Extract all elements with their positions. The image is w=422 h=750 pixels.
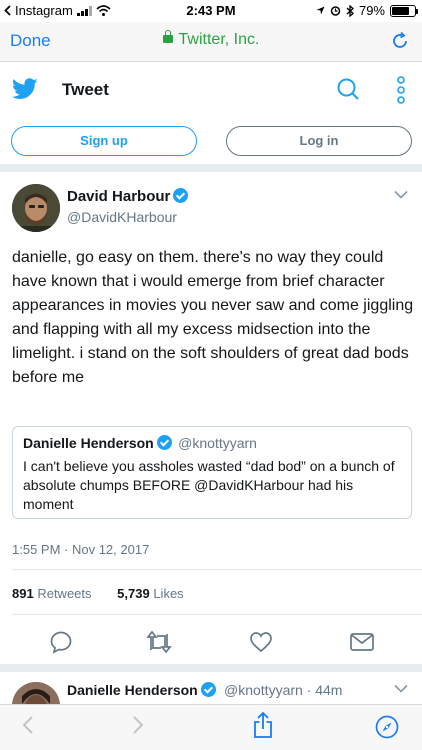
avatar[interactable] — [12, 682, 60, 704]
tweet-timestamp[interactable]: 1:55 PM · Nov 12, 2017 — [12, 542, 149, 557]
page-title: Tweet — [62, 80, 109, 99]
verified-icon — [156, 435, 172, 450]
verified-icon — [173, 188, 189, 203]
likes-label: Likes — [153, 586, 184, 601]
next-author-name-text: Danielle Henderson — [67, 682, 198, 698]
divider — [12, 614, 422, 615]
retweets-label: Retweets — [37, 586, 92, 601]
retweet-icon[interactable] — [146, 630, 172, 654]
avatar-image — [12, 184, 60, 232]
sign-up-button[interactable]: Sign up — [11, 126, 197, 156]
likes-count: 5,739 — [117, 586, 150, 601]
next-tweet[interactable]: Danielle Henderson @knottyyarn · 44m — [0, 672, 422, 704]
battery-percent: 79% — [358, 3, 385, 18]
section-divider — [0, 164, 422, 172]
browser-toolbar — [0, 704, 422, 750]
author-name-text: David Harbour — [67, 188, 171, 205]
alarm-icon — [330, 6, 341, 16]
avatar[interactable] — [12, 184, 60, 232]
chevron-down-icon[interactable] — [394, 684, 408, 693]
reload-icon[interactable] — [390, 31, 410, 51]
quote-author-name: Danielle Henderson — [23, 435, 154, 451]
quote-text: I can't believe you assholes wasted “dad… — [23, 458, 395, 512]
chevron-down-icon[interactable] — [394, 190, 408, 199]
quote-author-handle: @knottyyarn — [178, 435, 257, 451]
status-bar: Instagram 2:43 PM 79% — [0, 0, 422, 22]
battery-level — [392, 6, 410, 15]
browser-nav-bar: Done Twitter, Inc. — [0, 22, 422, 62]
twitter-header: Tweet — [0, 62, 422, 117]
verified-icon — [200, 682, 216, 697]
bluetooth-icon — [346, 4, 354, 17]
twitter-bird-icon[interactable] — [12, 78, 38, 100]
site-title: Twitter, Inc. — [0, 30, 422, 49]
lock-icon — [162, 30, 173, 43]
location-icon — [316, 6, 325, 15]
like-icon[interactable] — [249, 630, 273, 654]
status-right: 79% — [316, 3, 418, 18]
likes-stat[interactable]: 5,739 Likes — [117, 586, 184, 601]
author-name[interactable]: David Harbour — [67, 188, 189, 205]
forward-arrow-icon[interactable] — [132, 715, 144, 735]
site-name: Twitter, Inc. — [178, 31, 260, 48]
quoted-tweet[interactable]: Danielle Henderson @knottyyarn I can't b… — [12, 426, 412, 519]
compass-icon[interactable] — [375, 715, 399, 739]
battery-icon — [390, 4, 418, 17]
retweets-count: 891 — [12, 586, 34, 601]
next-author-name: Danielle Henderson — [67, 682, 216, 698]
next-author-handle-time: @knottyyarn · 44m — [224, 682, 343, 698]
search-icon[interactable] — [336, 77, 360, 101]
retweets-stat[interactable]: 891 Retweets — [12, 586, 92, 601]
divider — [12, 569, 422, 570]
reply-icon[interactable] — [49, 630, 73, 654]
log-in-button[interactable]: Log in — [226, 126, 412, 156]
author-handle[interactable]: @DavidKHarbour — [67, 209, 177, 225]
share-icon[interactable] — [253, 711, 273, 739]
avatar-image — [12, 682, 60, 704]
tweet-text: danielle, go easy on them. there's no wa… — [12, 249, 414, 386]
tweet-actions — [0, 630, 422, 660]
section-divider — [0, 664, 422, 672]
auth-buttons: Sign up Log in — [0, 122, 422, 162]
dm-icon[interactable] — [349, 630, 375, 654]
tweet-stats: 891 Retweets 5,739 Likes — [12, 586, 184, 601]
back-arrow-icon[interactable] — [22, 715, 34, 735]
more-vertical-icon[interactable] — [396, 76, 406, 104]
